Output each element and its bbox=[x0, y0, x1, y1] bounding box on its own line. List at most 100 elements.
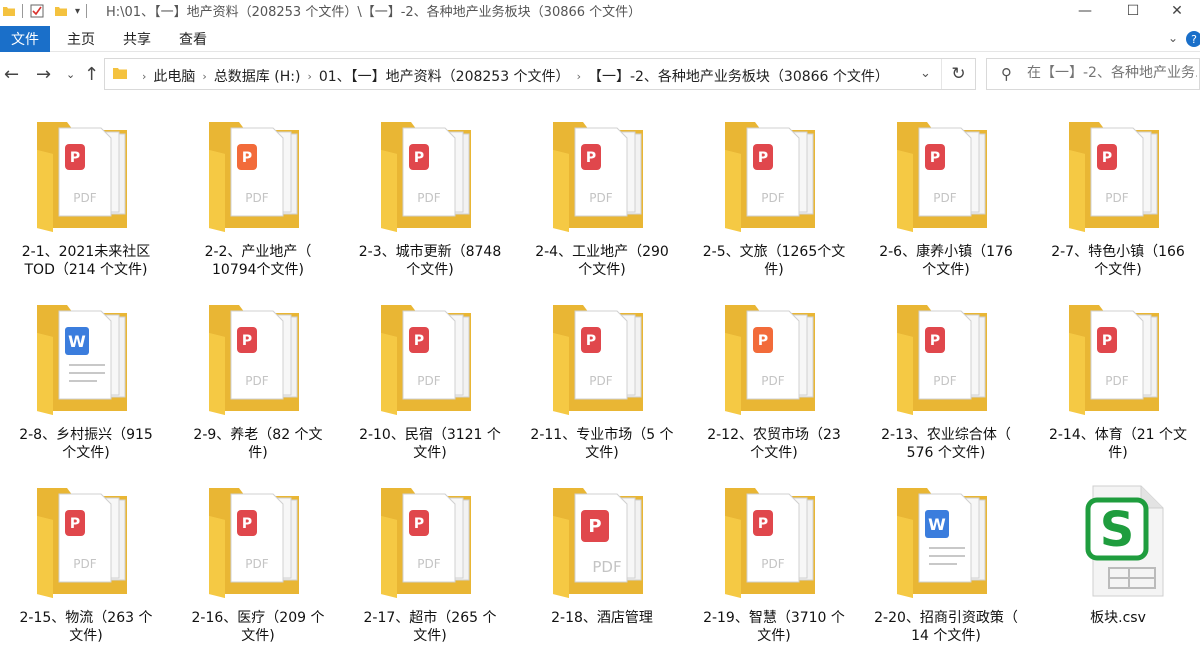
item-label-line2: 文件) bbox=[241, 628, 275, 644]
chevron-right-icon[interactable]: › bbox=[142, 70, 146, 83]
tab-file[interactable]: 文件 bbox=[0, 26, 50, 52]
svg-text:PDF: PDF bbox=[73, 191, 96, 205]
back-arrow-icon[interactable]: ← bbox=[4, 64, 19, 85]
breadcrumb-folder-2[interactable]: 【一】-2、各种地产业务板块（30866 个文件） bbox=[588, 66, 889, 86]
item-label-line1: 2-5、文旅（1265个文 bbox=[702, 244, 846, 260]
chevron-right-icon[interactable]: › bbox=[202, 70, 206, 83]
breadcrumb: › 此电脑 › 总数据库 (H:) › 01、【一】地产资料（208253 个文… bbox=[135, 66, 889, 86]
folder-item[interactable]: P PDF 2-15、物流（263 个文件) bbox=[0, 476, 172, 659]
up-arrow-icon[interactable]: ↑ bbox=[84, 64, 99, 85]
title-bar: ▾ H:\01、【一】地产资料（208253 个文件）\【一】-2、各种地产业务… bbox=[0, 0, 1200, 22]
search-input[interactable] bbox=[1027, 65, 1197, 81]
minimize-button[interactable]: — bbox=[1062, 0, 1108, 22]
folder-item[interactable]: P PDF 2-6、康养小镇（176 个文件) bbox=[860, 110, 1032, 293]
folder-item[interactable]: P PDF 2-11、专业市场（5 个文件) bbox=[516, 293, 688, 476]
recent-locations-icon[interactable]: ⌄ bbox=[66, 68, 75, 81]
maximize-button[interactable]: ☐ bbox=[1110, 0, 1156, 22]
svg-text:P: P bbox=[242, 150, 252, 166]
search-box[interactable]: ⚲ bbox=[986, 58, 1200, 90]
folder-item[interactable]: P PDF 2-17、超市（265 个文件) bbox=[344, 476, 516, 659]
tab-view[interactable]: 查看 bbox=[179, 26, 207, 52]
tab-share[interactable]: 共享 bbox=[123, 26, 151, 52]
svg-text:S: S bbox=[1100, 502, 1135, 558]
address-dropdown-icon[interactable]: ⌄ bbox=[920, 66, 931, 81]
folder-pdf-icon: P PDF bbox=[375, 299, 485, 417]
item-label-line2: 10794个文件) bbox=[212, 262, 304, 278]
item-label-line1: 2-17、超市（265 个 bbox=[363, 610, 497, 626]
svg-text:P: P bbox=[930, 150, 940, 166]
svg-text:PDF: PDF bbox=[761, 557, 784, 571]
item-label-line1: 2-12、农贸市场（23 bbox=[707, 427, 841, 443]
help-icon[interactable]: ? bbox=[1186, 31, 1200, 47]
search-icon: ⚲ bbox=[1001, 65, 1012, 83]
folder-pdf-icon: P PDF bbox=[375, 482, 485, 600]
folder-item[interactable]: P PDF 2-7、特色小镇（166 个文件) bbox=[1032, 110, 1200, 293]
item-label: 2-3、城市更新（8748 个文件) bbox=[348, 243, 512, 279]
folder-item[interactable]: W 2-20、招商引资政策（ 14 个文件) bbox=[860, 476, 1032, 659]
item-label-line2: 件) bbox=[1108, 445, 1128, 461]
folder-item[interactable]: P PDF 2-12、农贸市场（23 个文件) bbox=[688, 293, 860, 476]
folder-item[interactable]: P PDF 2-5、文旅（1265个文 件) bbox=[688, 110, 860, 293]
folder-item[interactable]: P PDF 2-16、医疗（209 个文件) bbox=[172, 476, 344, 659]
folder-item[interactable]: P PDF 2-9、养老（82 个文 件) bbox=[172, 293, 344, 476]
breadcrumb-folder-1[interactable]: 01、【一】地产资料（208253 个文件） bbox=[319, 66, 570, 86]
expand-ribbon-icon[interactable]: ⌄ bbox=[1168, 31, 1178, 45]
item-label: 2-10、民宿（3121 个文件) bbox=[348, 426, 512, 462]
item-label-line2: 576 个文件) bbox=[906, 445, 986, 461]
folder-item[interactable]: P PDF 2-4、工业地产（290 个文件) bbox=[516, 110, 688, 293]
svg-text:PDF: PDF bbox=[1105, 191, 1128, 205]
item-label-line1: 2-7、特色小镇（166 bbox=[1051, 244, 1185, 260]
item-label-line2: 个文件) bbox=[922, 262, 970, 278]
address-bar[interactable]: › 此电脑 › 总数据库 (H:) › 01、【一】地产资料（208253 个文… bbox=[104, 58, 976, 90]
item-label-line2: 14 个文件) bbox=[911, 628, 981, 644]
item-label-line1: 2-18、酒店管理 bbox=[551, 610, 653, 626]
folder-item[interactable]: W 2-8、乡村振兴（915 个文件) bbox=[0, 293, 172, 476]
file-item[interactable]: S 板块.csv bbox=[1032, 476, 1200, 659]
folder-item[interactable]: P PDF 2-14、体育（21 个文 件) bbox=[1032, 293, 1200, 476]
properties-icon[interactable] bbox=[29, 3, 45, 19]
customize-dropdown-icon[interactable]: ▾ bbox=[75, 6, 80, 17]
chevron-right-icon[interactable]: › bbox=[307, 70, 311, 83]
folder-word-icon: W bbox=[891, 482, 1001, 600]
item-label-line1: 2-11、专业市场（5 个 bbox=[530, 427, 674, 443]
close-button[interactable]: ✕ bbox=[1154, 0, 1200, 22]
item-label: 2-16、医疗（209 个文件) bbox=[176, 609, 340, 645]
item-label-line1: 2-4、工业地产（290 bbox=[535, 244, 669, 260]
refresh-icon[interactable]: ↻ bbox=[941, 59, 975, 89]
folder-item[interactable]: P PDF 2-19、智慧（3710 个文件) bbox=[688, 476, 860, 659]
item-label-line1: 2-2、产业地产（ bbox=[204, 244, 312, 260]
item-label: 2-9、养老（82 个文 件) bbox=[176, 426, 340, 462]
folder-item[interactable]: P PDF 2-3、城市更新（8748 个文件) bbox=[344, 110, 516, 293]
folder-item[interactable]: P PDF 2-2、产业地产（ 10794个文件) bbox=[172, 110, 344, 293]
forward-arrow-icon[interactable]: → bbox=[36, 64, 51, 85]
item-label-line1: 2-3、城市更新（8748 bbox=[358, 244, 502, 260]
new-folder-icon[interactable] bbox=[53, 3, 69, 19]
item-label-line1: 2-16、医疗（209 个 bbox=[191, 610, 325, 626]
svg-text:PDF: PDF bbox=[417, 374, 440, 388]
folder-item[interactable]: P PDF 2-18、酒店管理 bbox=[516, 476, 688, 659]
svg-text:PDF: PDF bbox=[933, 191, 956, 205]
folder-icon bbox=[113, 68, 127, 79]
item-label-line1: 2-9、养老（82 个文 bbox=[193, 427, 323, 443]
folder-pdf-icon: P PDF bbox=[891, 116, 1001, 234]
svg-text:P: P bbox=[414, 333, 424, 349]
breadcrumb-this-pc[interactable]: 此电脑 bbox=[153, 66, 195, 86]
breadcrumb-drive[interactable]: 总数据库 (H:) bbox=[214, 66, 301, 86]
folder-item[interactable]: P PDF 2-1、2021未来社区 TOD（214 个文件) bbox=[0, 110, 172, 293]
tab-home[interactable]: 主页 bbox=[67, 26, 95, 52]
chevron-right-icon[interactable]: › bbox=[577, 70, 581, 83]
item-label: 2-15、物流（263 个文件) bbox=[4, 609, 168, 645]
svg-text:PDF: PDF bbox=[245, 374, 268, 388]
item-label-line2: 个文件) bbox=[750, 445, 798, 461]
folder-item[interactable]: P PDF 2-10、民宿（3121 个文件) bbox=[344, 293, 516, 476]
item-label-line1: 2-20、招商引资政策（ bbox=[874, 610, 1018, 626]
item-label-line2: 件) bbox=[248, 445, 268, 461]
item-label-line1: 2-8、乡村振兴（915 bbox=[19, 427, 153, 443]
item-label: 2-19、智慧（3710 个文件) bbox=[692, 609, 856, 645]
item-label-line2: 件) bbox=[764, 262, 784, 278]
svg-text:P: P bbox=[414, 516, 424, 532]
svg-text:PDF: PDF bbox=[245, 191, 268, 205]
svg-text:P: P bbox=[242, 516, 252, 532]
item-label: 2-11、专业市场（5 个文件) bbox=[520, 426, 684, 462]
folder-item[interactable]: P PDF 2-13、农业综合体（ 576 个文件) bbox=[860, 293, 1032, 476]
